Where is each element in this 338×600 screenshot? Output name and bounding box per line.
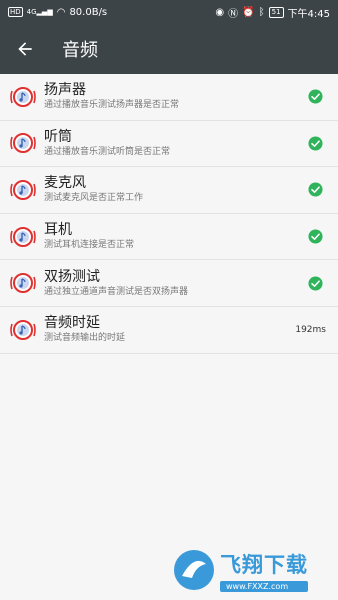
speaker-test-icon bbox=[8, 128, 38, 158]
item-title: 听筒 bbox=[44, 128, 72, 145]
check-icon bbox=[298, 167, 332, 213]
item-texts: 扬声器 通过播放音乐测试扬声器是否正常 bbox=[44, 81, 298, 112]
item-subtitle: 通过独立通道声音测试是否双扬声器 bbox=[44, 286, 189, 297]
watermark-url: www.FXXZ.com bbox=[220, 580, 308, 592]
check-icon bbox=[298, 74, 332, 120]
list-item[interactable]: 双扬测试 通过独立通道声音测试是否双扬声器 bbox=[0, 260, 338, 307]
item-subtitle: 通过播放音乐测试扬声器是否正常 bbox=[44, 100, 180, 111]
alarm-icon: ⏰ bbox=[242, 6, 255, 18]
eye-icon: ◉ bbox=[215, 6, 225, 18]
item-texts: 双扬测试 通过独立通道声音测试是否双扬声器 bbox=[44, 268, 298, 299]
hd-badge: HD bbox=[8, 7, 23, 17]
check-icon bbox=[298, 214, 332, 260]
check-icon bbox=[298, 120, 332, 166]
app-bar: 音频 bbox=[0, 24, 338, 74]
list-item[interactable]: 听筒 通过播放音乐测试听筒是否正常 bbox=[0, 120, 338, 168]
item-texts: 听筒 通过播放音乐测试听筒是否正常 bbox=[44, 128, 298, 159]
speaker-test-icon bbox=[8, 268, 38, 298]
watermark-logo-icon bbox=[174, 550, 214, 590]
nfc-icon: Ⓝ bbox=[228, 8, 239, 20]
speaker-test-icon bbox=[8, 175, 38, 205]
watermark: 飞翔下载 www.FXXZ.com bbox=[172, 545, 332, 595]
page-title: 音频 bbox=[62, 40, 98, 61]
arrow-left-icon bbox=[18, 42, 32, 56]
back-button[interactable] bbox=[0, 24, 50, 74]
signal-icon: 4G▂▄▆ bbox=[26, 8, 53, 16]
network-speed: 80.0B/s bbox=[69, 6, 108, 18]
clock: 下午4:45 bbox=[287, 8, 330, 20]
speaker-test-icon bbox=[8, 315, 38, 345]
bluetooth-icon: ᛒ bbox=[258, 6, 265, 18]
list-item[interactable]: 音频时延 测试音频输出的时延 192ms bbox=[0, 306, 338, 354]
status-bar: HD 4G▂▄▆ ◠ 80.0B/s ◉ Ⓝ ⏰ ᛒ 51 下午4:45 bbox=[0, 0, 338, 24]
item-title: 双扬测试 bbox=[44, 268, 100, 285]
wifi-icon: ◠ bbox=[56, 6, 66, 18]
item-texts: 耳机 测试耳机连接是否正常 bbox=[44, 221, 298, 252]
latency-value: 192ms bbox=[295, 324, 326, 335]
item-subtitle: 测试耳机连接是否正常 bbox=[44, 240, 135, 251]
list-item[interactable]: 麦克风 测试麦克风是否正常工作 bbox=[0, 167, 338, 214]
item-title: 音频时延 bbox=[44, 315, 100, 332]
list-item[interactable]: 扬声器 通过播放音乐测试扬声器是否正常 bbox=[0, 74, 338, 121]
item-title: 扬声器 bbox=[44, 82, 86, 99]
item-title: 麦克风 bbox=[44, 175, 86, 192]
check-icon bbox=[298, 260, 332, 306]
list-item[interactable]: 耳机 测试耳机连接是否正常 bbox=[0, 213, 338, 261]
battery-icon: 51 bbox=[268, 6, 284, 18]
item-title: 耳机 bbox=[44, 222, 72, 239]
audio-test-list: 扬声器 通过播放音乐测试扬声器是否正常 听筒 通过播放音乐测试听筒是否正常 麦克风 测试麦… bbox=[0, 74, 338, 354]
watermark-brand: 飞翔下载 bbox=[220, 552, 308, 577]
item-subtitle: 通过播放音乐测试听筒是否正常 bbox=[44, 146, 171, 157]
speaker-test-icon bbox=[8, 82, 38, 112]
item-subtitle: 测试麦克风是否正常工作 bbox=[44, 193, 144, 204]
speaker-test-icon bbox=[8, 222, 38, 252]
item-subtitle: 测试音频输出的时延 bbox=[44, 333, 126, 344]
item-texts: 麦克风 测试麦克风是否正常工作 bbox=[44, 174, 298, 205]
item-texts: 音频时延 测试音频输出的时延 bbox=[44, 314, 295, 345]
